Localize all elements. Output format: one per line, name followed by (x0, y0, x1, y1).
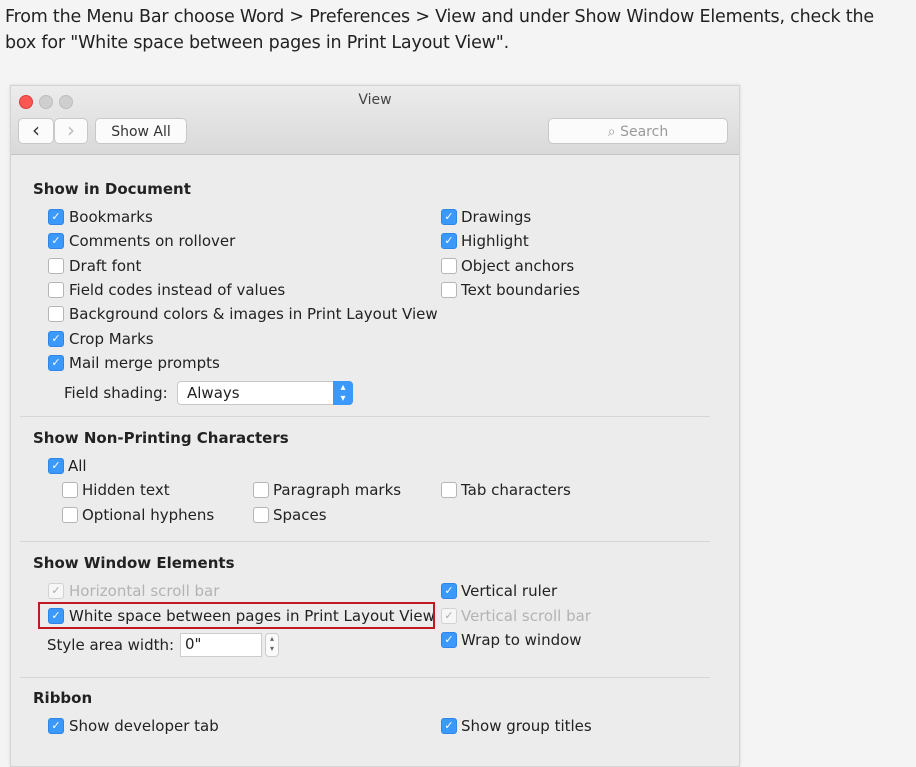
checkbox-highlight[interactable]: ✓ (441, 233, 457, 249)
checkbox-optional-hyphens[interactable]: ✓ (62, 507, 78, 523)
highlight-box (38, 602, 435, 629)
show-all-button[interactable]: Show All (95, 118, 187, 144)
label-tab-characters[interactable]: Tab characters (461, 480, 571, 500)
checkbox-all[interactable]: ✓ (48, 458, 64, 474)
field-shading-select[interactable]: Always ▴ ▾ (177, 381, 353, 405)
label-paragraph-marks[interactable]: Paragraph marks (273, 480, 401, 500)
checkbox-field-codes-instead-of-values[interactable]: ✓ (48, 282, 64, 298)
checkbox-drawings[interactable]: ✓ (441, 209, 457, 225)
back-button[interactable]: ‹ (18, 118, 54, 144)
window-elements-heading: Show Window Elements (33, 554, 235, 572)
non-printing-heading: Show Non-Printing Characters (33, 429, 289, 447)
label-highlight[interactable]: Highlight (461, 231, 529, 251)
field-shading-label: Field shading: (64, 384, 168, 402)
label-show-group-titles[interactable]: Show group titles (461, 716, 592, 736)
checkbox-tab-characters[interactable]: ✓ (441, 482, 457, 498)
show-in-document-heading: Show in Document (33, 180, 191, 198)
label-hidden-text[interactable]: Hidden text (82, 480, 170, 500)
label-wrap-to-window[interactable]: Wrap to window (461, 630, 582, 650)
checkbox-text-boundaries[interactable]: ✓ (441, 282, 457, 298)
checkbox-bookmarks[interactable]: ✓ (48, 209, 64, 225)
label-comments-on-rollover[interactable]: Comments on rollover (69, 231, 235, 251)
checkbox-spaces[interactable]: ✓ (253, 507, 269, 523)
style-area-stepper[interactable]: ▴ ▾ (265, 633, 279, 657)
checkbox-hidden-text[interactable]: ✓ (62, 482, 78, 498)
checkbox-draft-font[interactable]: ✓ (48, 258, 64, 274)
label-draft-font[interactable]: Draft font (69, 256, 141, 276)
checkbox-crop-marks[interactable]: ✓ (48, 331, 64, 347)
window-title: View (358, 92, 392, 108)
label-all[interactable]: All (68, 456, 87, 476)
checkbox-horizontal-scroll-bar: ✓ (48, 583, 64, 599)
title-toolbar: View ‹ › Show All ⌕ Search (11, 86, 739, 155)
checkbox-show-group-titles[interactable]: ✓ (441, 718, 457, 734)
checkbox-vertical-scroll-bar: ✓ (441, 608, 457, 624)
checkbox-vertical-ruler[interactable]: ✓ (441, 583, 457, 599)
label-optional-hyphens[interactable]: Optional hyphens (82, 505, 214, 525)
checkbox-background-colors-images-in-print-layout-view[interactable]: ✓ (48, 306, 64, 322)
checkbox-wrap-to-window[interactable]: ✓ (441, 632, 457, 648)
checkbox-comments-on-rollover[interactable]: ✓ (48, 233, 64, 249)
label-object-anchors[interactable]: Object anchors (461, 256, 574, 276)
label-field-codes-instead-of-values[interactable]: Field codes instead of values (69, 280, 285, 300)
chevron-updown-icon: ▴ ▾ (333, 381, 353, 405)
search-input[interactable]: ⌕ Search (548, 118, 728, 144)
label-background-colors-images-in-print-layout-view[interactable]: Background colors & images in Print Layo… (69, 304, 438, 324)
label-vertical-ruler[interactable]: Vertical ruler (461, 581, 557, 601)
instruction-text: From the Menu Bar choose Word > Preferen… (5, 7, 874, 53)
label-vertical-scroll-bar[interactable]: Vertical scroll bar (461, 606, 591, 626)
label-show-developer-tab[interactable]: Show developer tab (69, 716, 219, 736)
label-mail-merge-prompts[interactable]: Mail merge prompts (69, 353, 220, 373)
label-crop-marks[interactable]: Crop Marks (69, 329, 154, 349)
ribbon-heading: Ribbon (33, 689, 93, 707)
forward-button[interactable]: › (54, 118, 88, 144)
label-spaces[interactable]: Spaces (273, 505, 327, 525)
style-area-label: Style area width: (47, 636, 175, 654)
checkbox-object-anchors[interactable]: ✓ (441, 258, 457, 274)
checkbox-paragraph-marks[interactable]: ✓ (253, 482, 269, 498)
label-horizontal-scroll-bar[interactable]: Horizontal scroll bar (69, 581, 219, 601)
checkbox-show-developer-tab[interactable]: ✓ (48, 718, 64, 734)
search-icon: ⌕ (607, 124, 621, 140)
section-divider (20, 677, 710, 678)
label-text-boundaries[interactable]: Text boundaries (461, 280, 580, 300)
checkbox-mail-merge-prompts[interactable]: ✓ (48, 355, 64, 371)
section-divider (20, 541, 710, 542)
label-drawings[interactable]: Drawings (461, 207, 531, 227)
style-area-input[interactable]: 0" (180, 633, 262, 657)
section-divider (20, 416, 710, 417)
label-bookmarks[interactable]: Bookmarks (69, 207, 153, 227)
